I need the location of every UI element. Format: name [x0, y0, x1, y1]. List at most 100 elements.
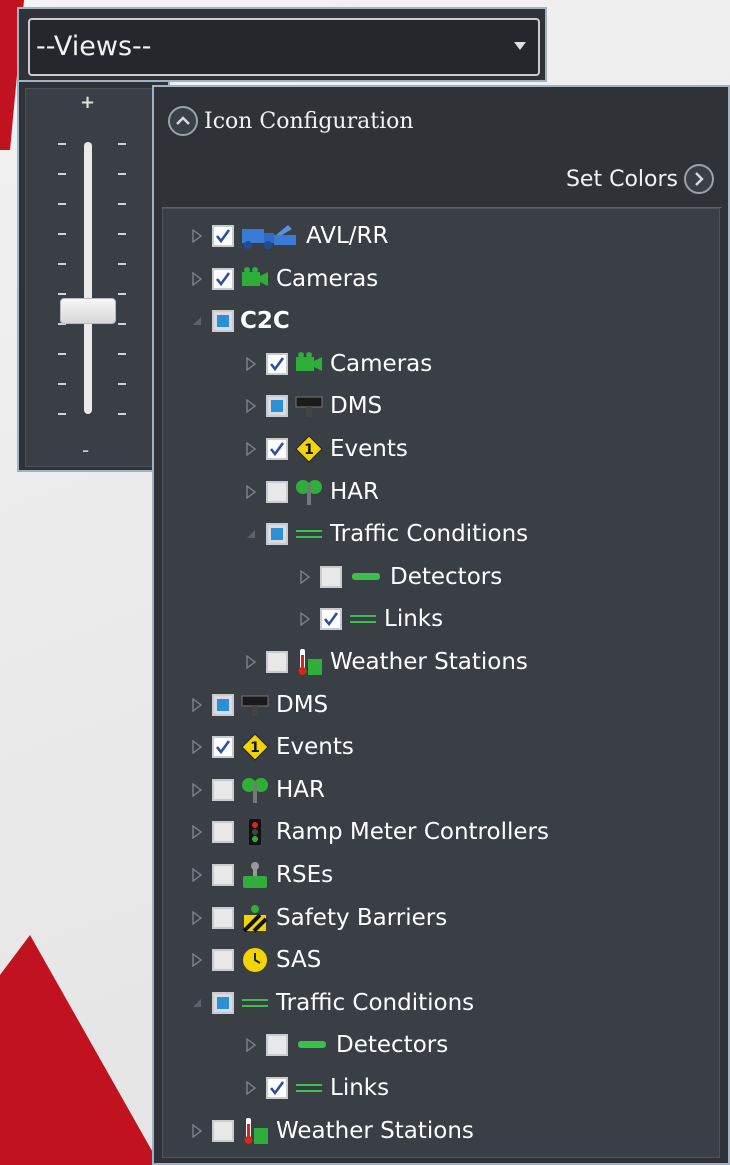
zoom-out-label[interactable]: - [82, 438, 89, 462]
checkmark-icon [215, 740, 231, 755]
checkbox-unchecked[interactable] [212, 949, 234, 972]
dms-sign-icon [294, 391, 324, 421]
checkbox-checked[interactable] [212, 225, 234, 247]
checkbox-unchecked[interactable] [212, 864, 234, 886]
set-colors-label: Set Colors [565, 166, 678, 192]
chevron-down-icon[interactable] [514, 42, 526, 50]
tree-item[interactable]: HAR [188, 770, 325, 810]
links-icon [348, 604, 378, 634]
tree-item[interactable]: Safety Barriers [188, 898, 447, 938]
tree-item-label: Cameras [330, 350, 433, 377]
expanded-triangle-icon[interactable] [242, 525, 260, 543]
checkbox-unchecked[interactable] [266, 651, 288, 673]
expand-triangle-icon[interactable] [188, 227, 206, 245]
checkbox-checked[interactable] [320, 608, 342, 631]
expand-triangle-icon[interactable] [188, 270, 206, 288]
tree-item[interactable]: 1 Events [242, 429, 408, 469]
expand-triangle-icon[interactable] [188, 866, 206, 884]
zoom-tick [58, 173, 66, 175]
expand-triangle-icon[interactable] [242, 653, 260, 671]
checkbox-partial[interactable] [266, 395, 288, 418]
set-colors-button[interactable] [684, 164, 714, 194]
checkbox-partial[interactable] [212, 310, 234, 333]
checkbox-unchecked[interactable] [266, 1034, 288, 1057]
checkbox-unchecked[interactable] [212, 906, 234, 929]
tree-item[interactable]: Detectors [296, 557, 502, 597]
tree-item[interactable]: Links [296, 599, 443, 639]
zoom-in-label[interactable]: + [80, 92, 95, 113]
tree-item[interactable]: Links [242, 1068, 389, 1108]
expand-triangle-icon[interactable] [188, 823, 206, 841]
zoom-tick [58, 293, 66, 295]
checkbox-checked[interactable] [212, 267, 234, 290]
safety-barrier-icon [240, 903, 270, 933]
expand-triangle-icon[interactable] [188, 696, 206, 714]
tree-item[interactable]: Weather Stations [242, 642, 528, 682]
zoom-thumb[interactable] [60, 297, 116, 324]
expand-triangle-icon[interactable] [188, 738, 206, 756]
expand-triangle-icon[interactable] [242, 355, 260, 373]
set-colors-link[interactable]: Set Colors [566, 160, 714, 198]
expand-triangle-icon[interactable] [188, 951, 206, 969]
tree-item-label: Events [330, 436, 408, 462]
sas-clock-icon [240, 945, 270, 975]
checkbox-unchecked[interactable] [266, 480, 288, 503]
expanded-triangle-icon[interactable] [188, 994, 206, 1012]
zoom-tick [118, 263, 126, 265]
checkbox-unchecked[interactable] [212, 778, 234, 801]
tree-item-label: Detectors [336, 1032, 449, 1059]
tree-item[interactable]: Detectors [242, 1025, 448, 1065]
views-dropdown[interactable]: --Views-- [28, 18, 540, 76]
expand-triangle-icon[interactable] [188, 1122, 206, 1140]
expand-triangle-icon[interactable] [242, 397, 260, 415]
checkbox-partial[interactable] [212, 693, 234, 716]
expand-triangle-icon[interactable] [242, 1036, 260, 1054]
tree-item[interactable]: 1 Events [188, 727, 354, 767]
chevron-right-icon [695, 172, 704, 186]
checkbox-checked[interactable] [266, 352, 288, 375]
tree-item[interactable]: Ramp Meter Controllers [188, 812, 549, 852]
checkbox-checked[interactable] [212, 736, 234, 759]
event-warning-icon: 1 [240, 732, 270, 762]
zoom-track[interactable] [84, 142, 92, 414]
expand-triangle-icon[interactable] [296, 610, 314, 628]
tree-item[interactable]: HAR [242, 472, 379, 512]
tree-item[interactable]: Cameras [188, 259, 378, 299]
tree-item[interactable]: Traffic Conditions [242, 514, 528, 554]
zoom-tick [118, 383, 126, 385]
tree-item-label: Cameras [276, 265, 379, 292]
expand-triangle-icon[interactable] [188, 909, 206, 927]
checkbox-partial[interactable] [266, 523, 288, 546]
tree-item[interactable]: C2C [188, 301, 290, 341]
tree-item[interactable]: RSEs [188, 855, 333, 895]
zoom-tick [118, 413, 126, 415]
expanded-triangle-icon[interactable] [188, 312, 206, 330]
tree-item[interactable]: DMS [242, 386, 382, 426]
checkmark-icon [269, 357, 285, 371]
zoom-tick [58, 233, 66, 235]
checkbox-checked[interactable] [266, 1077, 288, 1099]
rse-icon [240, 860, 270, 890]
expand-triangle-icon[interactable] [188, 781, 206, 799]
tree-item-label: Links [384, 606, 444, 633]
dms-sign-icon [240, 690, 270, 720]
traffic-line-icon [240, 988, 270, 1018]
tree-item[interactable]: DMS [188, 685, 328, 725]
expand-triangle-icon[interactable] [242, 440, 260, 458]
tree-item[interactable]: Weather Stations [188, 1111, 474, 1151]
tree-item-label: Events [276, 734, 354, 761]
checkbox-unchecked[interactable] [212, 1119, 234, 1142]
tree-item[interactable]: Traffic Conditions [188, 983, 474, 1023]
expand-triangle-icon[interactable] [242, 483, 260, 501]
checkbox-unchecked[interactable] [320, 565, 342, 588]
tree-item[interactable]: Cameras [242, 344, 432, 384]
expand-triangle-icon[interactable] [242, 1079, 260, 1097]
tree-item[interactable]: AVL/RR [188, 216, 389, 256]
checkbox-checked[interactable] [266, 438, 288, 460]
checkbox-unchecked[interactable] [212, 821, 234, 844]
expand-triangle-icon[interactable] [296, 568, 314, 586]
views-selected-value: --Views-- [36, 31, 152, 62]
checkbox-partial[interactable] [212, 991, 234, 1014]
collapse-panel-button[interactable] [168, 106, 198, 136]
tree-item[interactable]: SAS [188, 940, 321, 980]
